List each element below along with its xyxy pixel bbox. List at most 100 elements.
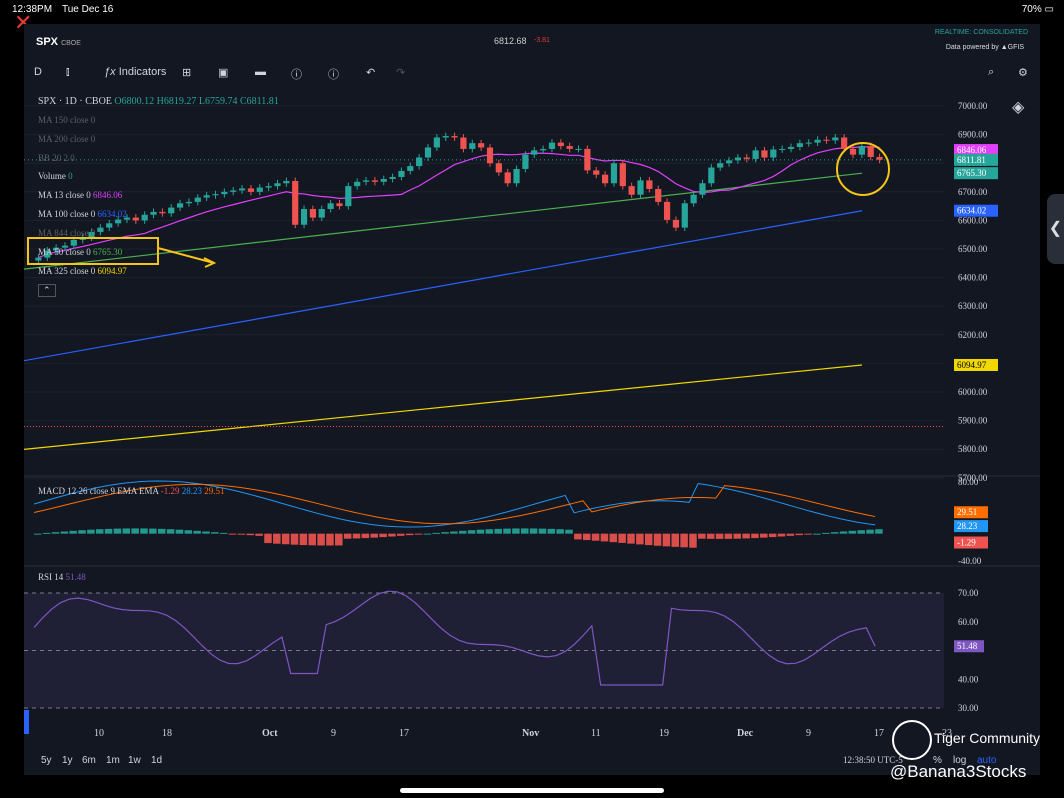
- candle-body: [345, 186, 352, 207]
- macd-histogram-bar: [157, 528, 166, 534]
- candle-body: [274, 183, 281, 187]
- macd-histogram-bar: [777, 533, 786, 537]
- time-axis-label: 18: [162, 728, 172, 739]
- candle-body: [504, 172, 511, 184]
- candle-body: [416, 157, 423, 167]
- macd-histogram-bar: [87, 529, 95, 534]
- chart-svg[interactable]: 7000.006900.006800.006700.006600.006500.…: [24, 88, 1040, 775]
- help-icon[interactable]: ⓘ: [291, 66, 302, 82]
- legend-ma100[interactable]: MA 100 close 0 6634.02: [38, 209, 127, 219]
- legend-volume[interactable]: Volume 0: [38, 171, 73, 181]
- candle-body: [646, 180, 653, 189]
- legend-collapse-button[interactable]: ⌃: [38, 284, 56, 297]
- candle-body: [770, 149, 777, 158]
- candle-body: [841, 137, 848, 149]
- macd-axis-label: -40.00: [958, 556, 982, 566]
- chart-area[interactable]: 7000.006900.006800.006700.006600.006500.…: [24, 88, 1040, 775]
- legend-ma50[interactable]: MA 50 close 0 6765.30: [38, 247, 122, 257]
- undo-icon[interactable]: ↶: [366, 66, 375, 79]
- settings-gear-icon[interactable]: ⚙: [1018, 66, 1028, 79]
- timeframe-1y[interactable]: 1y: [62, 755, 73, 766]
- macd-histogram-bar: [273, 533, 281, 544]
- legend-ma150[interactable]: MA 150 close 0: [38, 115, 95, 125]
- realtime-label: REALTIME: CONSOLIDATED: [934, 29, 1028, 36]
- time-axis-label: Oct: [262, 728, 278, 739]
- legend-ma13[interactable]: MA 13 close 0 6846.06: [38, 190, 122, 200]
- timeframe-1w[interactable]: 1w: [128, 755, 141, 766]
- macd-histogram-bar: [662, 533, 671, 547]
- indicators-button[interactable]: ƒx Indicators: [104, 66, 166, 78]
- candle-body: [194, 197, 201, 202]
- interval-button[interactable]: D: [34, 66, 42, 78]
- price-axis-label: 6700.00: [958, 187, 988, 197]
- timeframe-1d[interactable]: 1d: [151, 755, 162, 766]
- macd-histogram-bar: [751, 533, 759, 539]
- macd-histogram-bar: [193, 530, 201, 534]
- candle-body: [478, 143, 485, 148]
- candle-body: [371, 180, 378, 182]
- macd-histogram-bar: [813, 533, 821, 535]
- macd-histogram-bar: [768, 533, 777, 538]
- macd-histogram-bar: [636, 533, 644, 545]
- timeframe-6m[interactable]: 6m: [82, 755, 96, 766]
- folder-icon[interactable]: ▬: [255, 66, 266, 78]
- price-axis-label: 6400.00: [958, 273, 988, 283]
- timeframe-1m[interactable]: 1m: [106, 755, 120, 766]
- candle-body: [256, 187, 263, 192]
- macd-histogram-bar: [485, 529, 494, 534]
- candle-body: [106, 223, 113, 228]
- time-axis-label: 9: [806, 728, 811, 739]
- price-axis-label: 6200.00: [958, 330, 988, 340]
- macd-histogram-bar: [237, 533, 246, 535]
- legend-bb[interactable]: BB 20 2 0: [38, 153, 75, 163]
- macd-histogram-bar: [680, 533, 688, 548]
- price-axis-label: 7000.00: [958, 101, 988, 111]
- data-provider: Data powered by ▲GFIS: [945, 44, 1024, 51]
- candle-body: [265, 186, 272, 188]
- macd-histogram-bar: [547, 528, 556, 534]
- macd-histogram-bar: [95, 529, 104, 534]
- legend-ma200[interactable]: MA 200 close 0: [38, 134, 95, 144]
- legend-ma844[interactable]: MA 844 close 0: [38, 228, 95, 238]
- candle-body: [717, 163, 724, 168]
- macd-histogram-bar: [113, 528, 122, 534]
- ma50-line: [24, 172, 863, 270]
- save-icon[interactable]: ▣: [218, 66, 228, 79]
- time-axis-label: 17: [874, 728, 884, 739]
- layers-icon: ◈: [1012, 99, 1025, 116]
- layout-grid-icon[interactable]: ⊞: [182, 66, 191, 79]
- macd-histogram-bar: [574, 533, 582, 540]
- candle-body: [761, 150, 768, 158]
- candle-body: [832, 137, 839, 141]
- redo-icon[interactable]: ↷: [396, 66, 405, 79]
- rsi-axis-label: 40.00: [958, 674, 979, 684]
- candle-body: [300, 209, 308, 225]
- candle-body: [725, 160, 733, 164]
- macd-histogram-bar: [299, 533, 308, 546]
- zoom-icon[interactable]: ⌕: [988, 66, 994, 79]
- timeframe-5y[interactable]: 5y: [41, 755, 52, 766]
- macd-histogram-bar: [822, 532, 830, 534]
- candle-body: [309, 209, 317, 218]
- legend-macd[interactable]: MACD 12 26 close 9 EMA EMA -1.29 28.23 2…: [38, 486, 225, 496]
- candle-body: [575, 148, 582, 150]
- side-panel-handle[interactable]: ❮: [1047, 194, 1064, 264]
- price-tag-label: 6811.81: [957, 155, 986, 165]
- symbol-name[interactable]: SPX CBOE: [36, 36, 81, 48]
- candles-icon[interactable]: ⫾: [66, 66, 70, 79]
- time-axis-label: Dec: [737, 728, 754, 739]
- info-icon[interactable]: ⓘ: [328, 66, 339, 82]
- candle-body: [362, 180, 370, 182]
- legend-rsi[interactable]: RSI 14 51.48: [38, 572, 86, 582]
- ma100-line: [24, 210, 863, 362]
- macd-histogram-bar: [388, 533, 396, 537]
- candle-body: [619, 163, 626, 187]
- candle-body: [787, 146, 795, 149]
- candle-body: [451, 136, 458, 138]
- candle-body: [672, 219, 680, 228]
- legend-ma325[interactable]: MA 325 close 0 6094.97: [38, 266, 127, 276]
- macd-histogram-bar: [397, 533, 405, 536]
- legend-rsi-value: 51.48: [65, 572, 86, 582]
- macd-histogram-bar: [166, 529, 175, 534]
- macd-histogram-bar: [335, 533, 343, 546]
